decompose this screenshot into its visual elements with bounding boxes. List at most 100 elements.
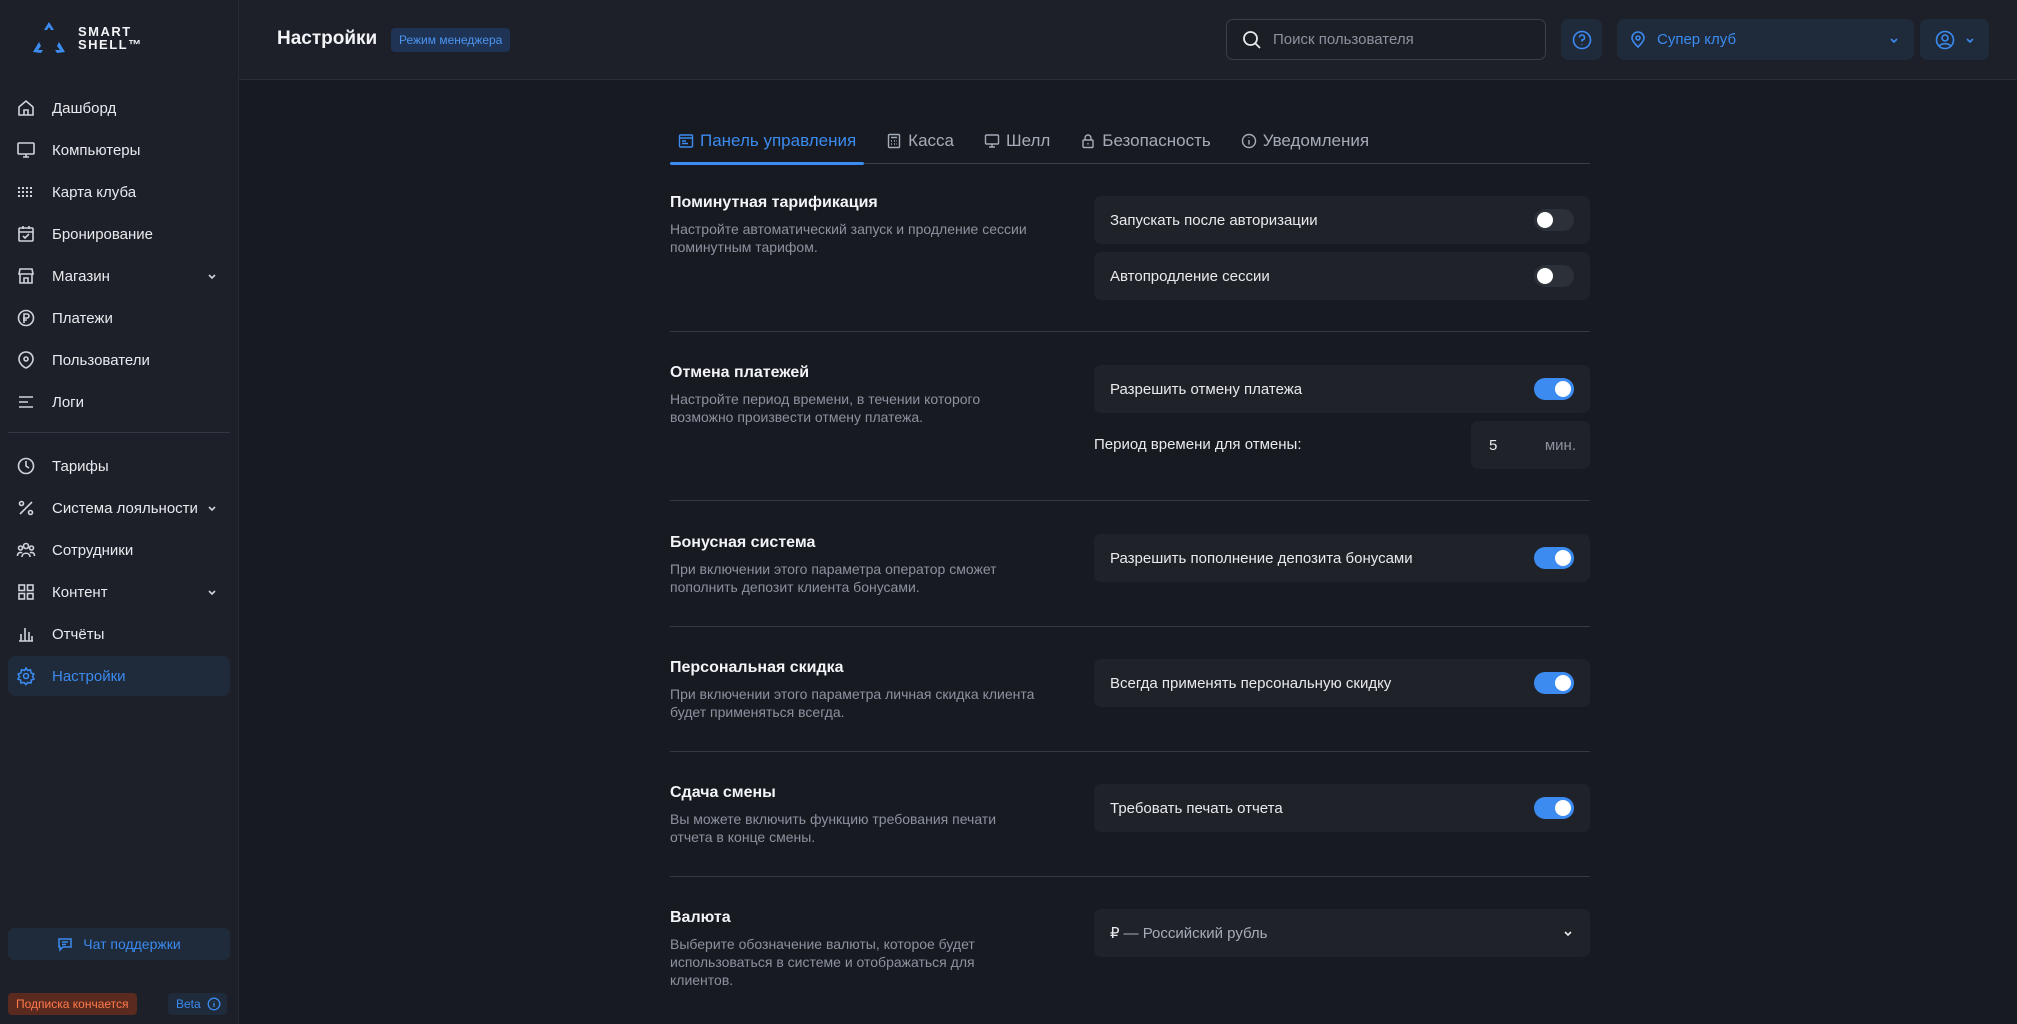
- monitor-icon: [17, 142, 35, 158]
- cancel-period-label: Период времени для отмены:: [1094, 436, 1302, 453]
- list-lines-icon: [19, 396, 33, 408]
- home-icon: [18, 99, 34, 116]
- sidebar-item-club-map[interactable]: Карта клуба: [8, 172, 230, 212]
- chevron-down-icon: [208, 590, 216, 596]
- beta-badge[interactable]: Beta: [168, 993, 227, 1015]
- section-personal-discount: Персональная скидка При включении этого …: [670, 655, 1590, 750]
- option-label: Требовать печать отчета: [1110, 799, 1283, 817]
- section-description: Настройте автоматический запуск и продле…: [670, 221, 1027, 255]
- percent-icon: [18, 500, 34, 516]
- tab-cashbox[interactable]: Касса: [878, 118, 962, 164]
- tab-label: Уведомления: [1262, 131, 1370, 150]
- tab-control-panel[interactable]: Панель управления: [670, 118, 865, 165]
- sidebar-item-label: Система лояльности: [52, 499, 198, 517]
- sidebar-item-label: Тарифы: [52, 457, 109, 475]
- section-divider: [670, 500, 1590, 501]
- support-chat-button[interactable]: Чат поддержки: [8, 928, 230, 960]
- option-label: Всегда применять персональную скидку: [1110, 674, 1392, 692]
- option-allow-payment-cancel: Разрешить отмену платежа: [1094, 365, 1590, 413]
- section-description: При включении этого параметра оператор с…: [670, 561, 997, 595]
- logo[interactable]: SMART SHELL™: [30, 20, 143, 56]
- tab-notifications[interactable]: Уведомления: [1233, 118, 1377, 164]
- toggle-knob: [1537, 268, 1553, 284]
- bonus-deposit-toggle[interactable]: [1534, 547, 1574, 569]
- sidebar-item-label: Настройки: [52, 667, 126, 685]
- page-title: Настройки: [277, 28, 378, 49]
- section-description: При включении этого параметра личная ски…: [670, 686, 1035, 720]
- sidebar-item-computers[interactable]: Компьютеры: [8, 130, 230, 170]
- section-divider: [670, 876, 1590, 877]
- sidebar-item-reports[interactable]: Отчёты: [8, 614, 230, 654]
- sidebar-item-staff[interactable]: Сотрудники: [8, 530, 230, 570]
- user-search[interactable]: [1226, 19, 1546, 60]
- toggle-knob: [1555, 800, 1571, 816]
- logo-icon: [33, 22, 65, 53]
- section-title: Персональная скидка: [670, 659, 844, 676]
- section-description: Вы можете включить функцию требования пе…: [670, 811, 997, 845]
- bar-chart-icon: [19, 628, 33, 642]
- section-title: Бонусная система: [670, 534, 816, 551]
- sidebar-item-settings[interactable]: Настройки: [8, 656, 230, 696]
- toggle-knob: [1555, 550, 1571, 566]
- clock-icon: [17, 457, 35, 475]
- start-after-auth-toggle[interactable]: [1534, 209, 1574, 231]
- grid-dots-icon: [18, 187, 32, 197]
- monitor-icon: [984, 134, 1000, 148]
- section-minute-billing: Поминутная тарификация Настройте автомат…: [670, 190, 1590, 330]
- club-select-value: Супер клуб: [1657, 31, 1737, 48]
- cancel-period-input[interactable]: [1489, 436, 1529, 454]
- dashboard-panel-icon: [678, 134, 694, 148]
- sidebar-item-payments[interactable]: Платежи: [8, 298, 230, 338]
- chevron-down-icon: [1965, 37, 1974, 43]
- user-shield-icon: [18, 351, 34, 369]
- option-start-after-auth: Запускать после авторизации: [1094, 196, 1590, 244]
- option-session-autoextend: Автопродление сессии: [1094, 252, 1590, 300]
- info-icon: [1241, 133, 1256, 149]
- sidebar-item-dashboard[interactable]: Дашборд: [8, 88, 230, 128]
- user-menu-button[interactable]: [1920, 19, 1989, 60]
- require-report-print-toggle[interactable]: [1534, 797, 1574, 819]
- option-label: Автопродление сессии: [1110, 267, 1270, 285]
- club-select[interactable]: Супер клуб: [1617, 19, 1914, 60]
- location-pin-icon: [1631, 30, 1645, 48]
- question-circle-icon: [1572, 30, 1591, 49]
- tab-label: Шелл: [1005, 131, 1051, 150]
- tab-security[interactable]: Безопасность: [1072, 118, 1218, 164]
- user-circle-icon: [1935, 30, 1954, 49]
- search-icon: [1243, 30, 1261, 49]
- gear-icon: [16, 666, 36, 686]
- manager-mode-badge: Режим менеджера: [391, 28, 511, 52]
- section-divider: [670, 626, 1590, 627]
- allow-payment-cancel-toggle[interactable]: [1534, 378, 1574, 400]
- sidebar-item-booking[interactable]: Бронирование: [8, 214, 230, 254]
- tab-shell[interactable]: Шелл: [976, 118, 1058, 164]
- chevron-down-icon: [1564, 931, 1572, 937]
- sidebar-item-label: Контент: [52, 583, 108, 601]
- sidebar-item-logs[interactable]: Логи: [8, 382, 230, 422]
- chevron-down-icon: [1890, 37, 1898, 43]
- sidebar-item-loyalty[interactable]: Система лояльности: [8, 488, 230, 528]
- option-label: Разрешить отмену платежа: [1110, 380, 1303, 398]
- option-bonus-deposit: Разрешить пополнение депозита бонусами: [1094, 534, 1590, 582]
- section-shift-handover: Сдача смены Вы можете включить функцию т…: [670, 780, 1590, 875]
- tab-label: Касса: [908, 131, 954, 150]
- sidebar-item-users[interactable]: Пользователи: [8, 340, 230, 380]
- subscription-badge[interactable]: Подписка кончается: [8, 993, 137, 1015]
- option-require-report-print: Требовать печать отчета: [1094, 784, 1590, 832]
- session-autoextend-toggle[interactable]: [1534, 265, 1574, 287]
- search-input[interactable]: [1273, 31, 1533, 48]
- sidebar-item-content[interactable]: Контент: [8, 572, 230, 612]
- info-icon: [207, 997, 221, 1011]
- top-header: Настройки Режим менеджера Супер клуб: [239, 0, 2017, 80]
- sidebar-item-tariffs[interactable]: Тарифы: [8, 446, 230, 486]
- toggle-knob: [1537, 212, 1553, 228]
- sidebar-item-shop[interactable]: Магазин: [8, 256, 230, 296]
- toggle-knob: [1555, 675, 1571, 691]
- currency-select-value: ₽ — Российский рубль: [1110, 924, 1267, 942]
- beta-label: Beta: [176, 997, 201, 1011]
- help-button[interactable]: [1561, 19, 1602, 60]
- currency-select[interactable]: ₽ — Российский рубль: [1094, 909, 1590, 957]
- store-icon: [18, 268, 34, 284]
- always-apply-discount-toggle[interactable]: [1534, 672, 1574, 694]
- sidebar: SMART SHELL™ Дашборд Компьютеры Карта кл…: [0, 0, 239, 1024]
